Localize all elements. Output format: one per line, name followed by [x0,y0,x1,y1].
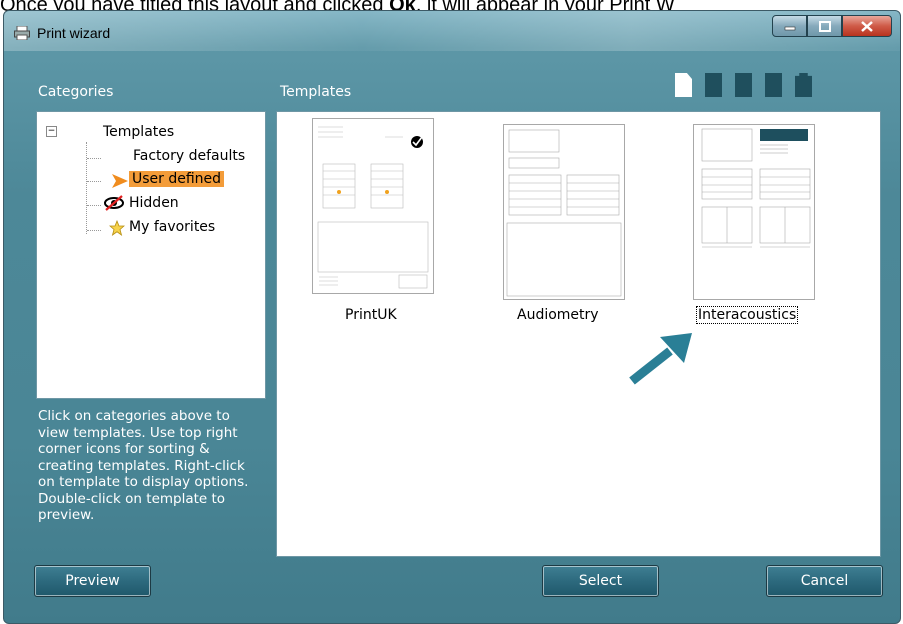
folder-icon[interactable] [795,73,812,97]
tree-item-my-favorites[interactable]: My favorites [129,219,215,235]
templates-area: PrintUK Audiometry Interacoustics [276,111,881,557]
interacoustics-page-preview [701,128,811,248]
tree-line [87,205,101,207]
star-icon [109,220,125,236]
tree-line [86,142,88,234]
printer-icon [14,26,30,40]
templates-label: Templates [280,84,352,100]
window-title: Print wizard [37,25,111,41]
template-label-printuk[interactable]: PrintUK [345,307,397,323]
template-thumbnail-audiometry[interactable] [503,124,625,300]
close-icon [861,20,873,32]
audiometry-page-preview [506,129,622,297]
title-bar[interactable]: Print wizard [4,11,900,51]
minimize-button[interactable] [772,15,807,37]
pointer-arrow-icon [629,333,692,385]
sort-icon[interactable] [765,73,782,97]
tree-item-hidden[interactable]: Hidden [129,195,179,211]
window-controls [772,15,892,37]
tree-item-user-defined[interactable]: User defined [129,171,225,187]
categories-label: Categories [38,84,114,100]
select-button[interactable]: Select [542,565,659,597]
maximize-icon [818,20,831,32]
tree-line [87,230,101,232]
sort-icon[interactable] [735,73,752,97]
orange-arrow-icon [112,174,128,188]
template-thumbnail-interacoustics[interactable] [693,124,815,300]
tree-line [87,158,101,160]
sort-icon[interactable] [705,73,722,97]
template-label-interacoustics[interactable]: Interacoustics [695,306,799,324]
help-text: Click on categories above to view templa… [38,408,249,523]
tree-line [87,181,101,183]
printuk-page-preview [317,126,429,289]
preview-button[interactable]: Preview [34,565,151,597]
collapse-toggle[interactable]: − [46,126,57,137]
tree-item-factory-defaults[interactable]: Factory defaults [133,148,245,164]
new-template-icon[interactable] [675,73,692,97]
tree-root-templates[interactable]: Templates [103,124,174,140]
template-thumbnail-printuk[interactable] [312,118,434,294]
hidden-eye-icon [104,195,124,211]
maximize-button[interactable] [807,15,842,37]
minimize-icon [784,26,795,31]
template-toolbar [675,73,812,97]
cancel-button[interactable]: Cancel [766,565,883,597]
categories-tree: − Templates Factory defaults User define… [36,111,266,399]
print-wizard-window: Print wizard Categories Templates − Temp… [3,10,901,624]
template-label-audiometry[interactable]: Audiometry [517,307,599,323]
close-button[interactable] [842,15,892,37]
